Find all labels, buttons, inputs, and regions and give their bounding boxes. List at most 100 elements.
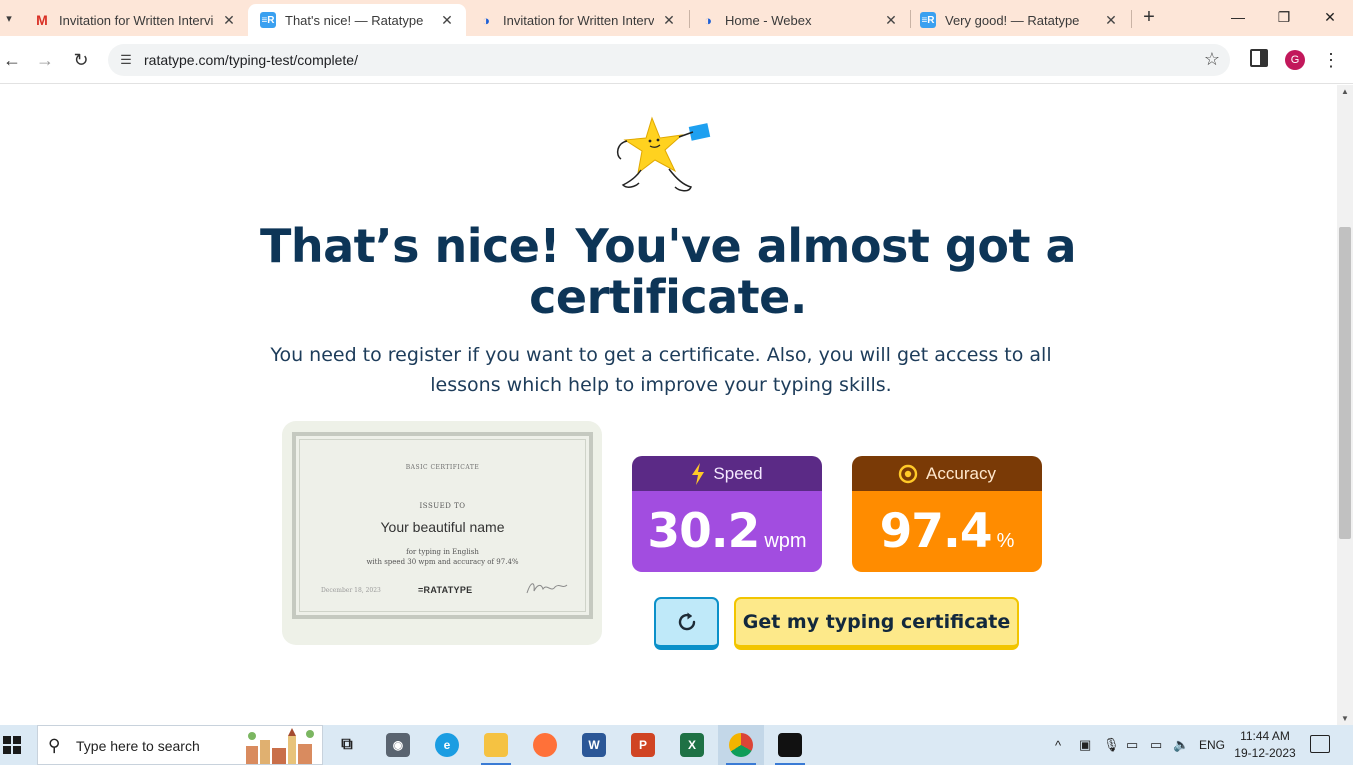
taskbar-chrome[interactable] [718, 725, 764, 765]
new-tab-button[interactable]: + [1138, 6, 1160, 28]
side-panel-icon[interactable] [1250, 49, 1268, 67]
speed-label: Speed [713, 463, 763, 483]
windows-taskbar: ⚲ Type here to search ⧉ ◉ e W P X ^ ▣ 🎙 … [0, 725, 1353, 765]
taskbar-task-view[interactable]: ⧉ [324, 725, 370, 765]
taskbar-search-box[interactable]: ⚲ Type here to search [37, 725, 323, 765]
tab-title: Invitation for Written Interview [503, 12, 654, 28]
network-icon[interactable]: ▭ [1150, 725, 1162, 765]
certificate-frame: BASIC CERTIFICATE ISSUED TO Your beautif… [292, 432, 593, 619]
search-icon: ⚲ [48, 736, 61, 755]
close-tab-icon[interactable]: ✕ [220, 11, 238, 29]
scroll-down-icon[interactable]: ▼ [1341, 714, 1349, 723]
ratatype-icon: ≡R [920, 12, 936, 28]
taskbar-firefox[interactable] [522, 725, 568, 765]
browser-toolbar: ← → ↻ ☰ ratatype.com/typing-test/complet… [0, 36, 1353, 84]
forward-button[interactable]: → [33, 48, 57, 72]
certificate-issued-to: ISSUED TO [419, 502, 466, 510]
certificate-speed-line: with speed 30 wpm and accuracy of 97.4% [366, 558, 519, 566]
excel-icon: X [680, 733, 704, 757]
lightning-icon [691, 462, 705, 485]
accuracy-unit: % [996, 530, 1015, 552]
clock-date: 19-12-2023 [1234, 746, 1296, 760]
page-subtitle: You need to register if you want to get … [270, 344, 1052, 396]
maximize-button[interactable]: ❐ [1261, 0, 1307, 34]
gmail-icon: M [36, 12, 48, 28]
scrollbar-thumb[interactable] [1339, 227, 1351, 539]
webex-icon: ◑ [704, 12, 712, 28]
close-tab-icon[interactable]: ✕ [660, 11, 678, 29]
reload-button[interactable]: ↻ [69, 48, 93, 72]
close-window-button[interactable]: ✕ [1307, 0, 1353, 34]
site-info-icon[interactable]: ☰ [116, 50, 136, 70]
show-hidden-icons[interactable]: ^ [1055, 725, 1061, 765]
browser-menu-icon[interactable]: ⋮ [1322, 50, 1340, 70]
star-mascot-icon [616, 116, 711, 192]
powerpoint-icon: P [631, 733, 655, 757]
signature-icon [526, 583, 568, 594]
windows-start-button[interactable] [0, 725, 24, 765]
speed-card: Speed 30.2 wpm [632, 456, 822, 572]
clock-time: 11:44 AM [1240, 729, 1290, 743]
taskbar-powerpoint[interactable]: P [620, 725, 666, 765]
page-scrollbar[interactable]: ▲ ▼ [1337, 85, 1353, 725]
refresh-icon [678, 612, 695, 631]
close-tab-icon[interactable]: ✕ [882, 11, 900, 29]
file-explorer-icon [484, 733, 508, 757]
tab-webex-home[interactable]: ◑ Home - Webex ✕ [688, 4, 910, 36]
close-tab-icon[interactable]: ✕ [438, 11, 456, 29]
address-bar[interactable]: ☰ ratatype.com/typing-test/complete/ ☆ [108, 44, 1230, 76]
target-icon [898, 464, 918, 484]
certificate-inner-border: BASIC CERTIFICATE ISSUED TO Your beautif… [299, 439, 586, 612]
search-highlight-illustration [246, 728, 314, 764]
tab-ratatype-good[interactable]: ≡R Very good! — Ratatype ✕ [908, 4, 1130, 36]
tab-gmail-invitation[interactable]: M Invitation for Written Interview ✕ [22, 4, 248, 36]
minimize-button[interactable]: — [1215, 0, 1261, 34]
scroll-up-icon[interactable]: ▲ [1341, 87, 1349, 96]
page-content: That’s nice! You've almost got a certifi… [0, 85, 1337, 725]
tab-title: Very good! — Ratatype [945, 12, 1080, 28]
get-certificate-button[interactable]: Get my typing certificate [734, 597, 1019, 650]
search-placeholder: Type here to search [76, 738, 200, 754]
tab-ratatype-nice[interactable]: ≡R That's nice! — Ratatype ✕ [248, 4, 466, 36]
language-indicator[interactable]: ENG [1199, 725, 1225, 765]
taskbar-file-explorer[interactable] [473, 725, 519, 765]
volume-icon[interactable]: 🔈 [1173, 725, 1189, 765]
taskbar-webex[interactable] [767, 725, 813, 765]
tab-separator [1131, 10, 1132, 28]
taskbar-excel[interactable]: X [669, 725, 715, 765]
firefox-icon [533, 733, 557, 757]
task-view-icon: ⧉ [341, 736, 353, 753]
page-title: That’s nice! You've almost got a certifi… [259, 219, 1077, 324]
speed-value: 30.2 [647, 504, 760, 559]
microphone-icon[interactable]: 🎙 [1103, 725, 1120, 765]
speed-card-body: 30.2 wpm [632, 491, 822, 572]
url-text[interactable]: ratatype.com/typing-test/complete/ [144, 52, 358, 68]
tab-title: That's nice! — Ratatype [285, 12, 424, 28]
word-icon: W [582, 733, 606, 757]
certificate-preview: BASIC CERTIFICATE ISSUED TO Your beautif… [282, 421, 602, 645]
speed-card-header: Speed [632, 456, 822, 491]
taskbar-clock[interactable]: 11:44 AM 19-12-2023 [1232, 728, 1298, 762]
windows-logo-icon [3, 736, 21, 754]
bookmark-star-icon[interactable]: ☆ [1204, 49, 1220, 70]
tab-search-button[interactable]: ▾ [0, 4, 18, 32]
tab-webex-invitation[interactable]: ◑ Invitation for Written Interview ✕ [466, 4, 688, 36]
battery-icon[interactable]: ▭ [1126, 725, 1138, 765]
notification-center-icon[interactable] [1310, 735, 1330, 753]
certificate-name: Your beautiful name [380, 519, 505, 535]
back-button[interactable]: ← [0, 48, 24, 72]
taskbar-edge[interactable]: e [424, 725, 470, 765]
close-tab-icon[interactable]: ✕ [1102, 11, 1120, 29]
certificate-date: December 18, 2023 [321, 587, 381, 594]
taskbar-camera[interactable]: ◉ [375, 725, 421, 765]
restart-test-button[interactable] [654, 597, 719, 650]
meet-now-icon[interactable]: ▣ [1079, 725, 1091, 765]
taskbar-word[interactable]: W [571, 725, 617, 765]
tab-title: Invitation for Written Interview [59, 12, 214, 28]
accuracy-value: 97.4 [879, 504, 993, 559]
webex-icon: ◑ [482, 12, 490, 28]
camera-icon: ◉ [386, 733, 410, 757]
profile-avatar[interactable]: G [1285, 50, 1305, 70]
accuracy-label: Accuracy [926, 463, 996, 483]
tab-title: Home - Webex [725, 12, 812, 28]
